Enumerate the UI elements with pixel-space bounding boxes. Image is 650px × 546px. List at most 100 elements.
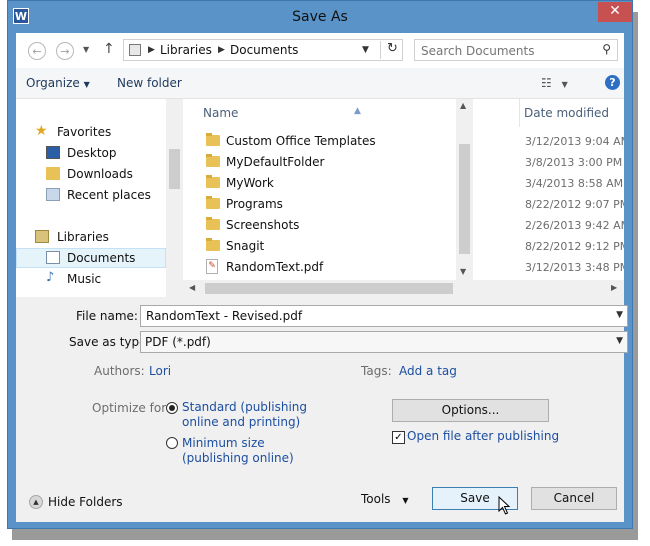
file-row[interactable]: MyDefaultFolder 3/8/2013 3:00 PM bbox=[183, 152, 624, 173]
view-menu-icon[interactable]: ☷ ▼ bbox=[541, 76, 568, 90]
help-icon[interactable]: ? bbox=[605, 75, 620, 90]
authors-label: Authors: bbox=[94, 364, 145, 378]
tools-label: Tools bbox=[361, 492, 391, 506]
standard-option-line1[interactable]: Standard (publishing bbox=[182, 400, 307, 414]
scrollbar-thumb[interactable] bbox=[169, 149, 180, 189]
folder-icon bbox=[206, 238, 220, 251]
sidebar-item-recent-places[interactable]: Recent places bbox=[16, 185, 166, 205]
file-date: 3/12/2013 9:04 AM bbox=[525, 135, 624, 148]
save-as-dialog: W Save As ✕ ← → ▼ ↑ ▶ Libraries ▶ Docume… bbox=[7, 0, 633, 529]
minimum-option-line2[interactable]: (publishing online) bbox=[182, 451, 294, 465]
address-divider bbox=[380, 41, 381, 59]
address-bar[interactable]: ▶ Libraries ▶ Documents ▼ ↻ bbox=[123, 39, 403, 61]
file-name: Programs bbox=[226, 197, 283, 211]
scroll-down-icon[interactable]: ▼ bbox=[460, 267, 466, 276]
file-row[interactable]: MyWork 3/4/2013 8:58 AM bbox=[183, 173, 624, 194]
documents-icon bbox=[46, 251, 60, 264]
file-name: Custom Office Templates bbox=[226, 134, 376, 148]
hide-folders-button[interactable]: Hide Folders bbox=[48, 495, 123, 509]
sort-ascending-icon: ▲ bbox=[354, 106, 361, 116]
sidebar-item-documents[interactable]: Documents bbox=[16, 248, 166, 268]
minimum-option-line1[interactable]: Minimum size bbox=[182, 436, 265, 450]
sidebar-item-label: Recent places bbox=[67, 188, 151, 202]
file-name-input[interactable] bbox=[144, 308, 608, 324]
minimum-size-radio[interactable] bbox=[166, 437, 178, 449]
standard-radio[interactable] bbox=[166, 402, 178, 414]
sidebar-item-desktop[interactable]: Desktop bbox=[16, 143, 166, 163]
new-folder-button[interactable]: New folder bbox=[117, 76, 182, 90]
options-button[interactable]: Options... bbox=[392, 399, 549, 422]
column-header-date-modified[interactable]: Date modified bbox=[524, 106, 609, 120]
sidebar-item-label: Downloads bbox=[67, 167, 133, 181]
recent-locations-chevron-icon[interactable]: ▼ bbox=[83, 45, 89, 54]
dialog-title: Save As bbox=[292, 9, 348, 25]
file-list-horizontal-scrollbar[interactable]: ◀ ▶ bbox=[183, 280, 624, 297]
scrollbar-thumb[interactable] bbox=[459, 144, 470, 254]
search-input[interactable] bbox=[419, 41, 593, 61]
breadcrumb-documents[interactable]: Documents bbox=[230, 43, 298, 57]
file-name: MyWork bbox=[226, 176, 274, 190]
file-list-vertical-scrollbar[interactable]: ▲ ▼ bbox=[456, 99, 473, 280]
file-name-field[interactable]: ▼ bbox=[140, 305, 628, 327]
back-button[interactable]: ← bbox=[28, 42, 46, 60]
command-toolbar: Organize ▼ New folder ☷ ▼ ? bbox=[16, 68, 624, 99]
open-after-publishing-label[interactable]: Open file after publishing bbox=[407, 429, 559, 443]
file-date: 2/26/2013 9:42 AM bbox=[525, 219, 624, 232]
scroll-right-icon[interactable]: ▶ bbox=[611, 283, 617, 292]
navigation-bar: ← → ▼ ↑ ▶ Libraries ▶ Documents ▼ ↻ ⚲ bbox=[16, 33, 624, 68]
tools-button[interactable]: Tools ▼ bbox=[361, 492, 409, 506]
sidebar-item-downloads[interactable]: Downloads bbox=[16, 164, 166, 184]
file-date: 3/8/2013 3:00 PM bbox=[525, 156, 623, 169]
column-header-name[interactable]: Name bbox=[203, 106, 238, 120]
file-name-label: File name: bbox=[76, 309, 138, 323]
dialog-footer: ▲ Hide Folders Tools ▼ Save Cancel bbox=[16, 476, 624, 522]
up-button[interactable]: ↑ bbox=[103, 41, 115, 57]
file-row[interactable]: ✎ RandomText.pdf 3/12/2013 3:48 PM bbox=[183, 257, 624, 278]
folder-icon bbox=[206, 217, 220, 230]
optimize-for-label: Optimize for: bbox=[92, 401, 170, 415]
file-row[interactable]: Screenshots 2/26/2013 9:42 AM bbox=[183, 215, 624, 236]
file-row[interactable]: Snagit 8/22/2012 9:12 PM bbox=[183, 236, 624, 257]
file-date: 3/12/2013 3:48 PM bbox=[525, 261, 624, 274]
file-row[interactable]: Programs 8/22/2012 9:07 PM bbox=[183, 194, 624, 215]
search-box[interactable]: ⚲ bbox=[414, 39, 618, 61]
folder-icon bbox=[206, 175, 220, 188]
add-tag-link[interactable]: Add a tag bbox=[399, 364, 457, 378]
pdf-file-icon: ✎ bbox=[206, 259, 218, 274]
authors-value[interactable]: Lori bbox=[149, 364, 171, 378]
organize-button[interactable]: Organize ▼ bbox=[26, 76, 90, 90]
title-bar[interactable]: W Save As ✕ bbox=[8, 1, 632, 34]
column-divider[interactable] bbox=[519, 99, 520, 127]
scrollbar-thumb[interactable] bbox=[205, 283, 453, 294]
file-row[interactable]: Custom Office Templates 3/12/2013 9:04 AM bbox=[183, 131, 624, 152]
recent-places-icon bbox=[46, 188, 60, 201]
file-name: Snagit bbox=[226, 239, 265, 253]
sidebar-item-music[interactable]: ♪ Music bbox=[16, 269, 166, 289]
scroll-up-icon[interactable]: ▲ bbox=[460, 101, 466, 110]
file-name: MyDefaultFolder bbox=[226, 155, 325, 169]
refresh-icon[interactable]: ↻ bbox=[387, 41, 398, 56]
dialog-client: ← → ▼ ↑ ▶ Libraries ▶ Documents ▼ ↻ ⚲ Or… bbox=[16, 33, 628, 522]
tags-label: Tags: bbox=[361, 364, 392, 378]
chevron-down-icon[interactable]: ▼ bbox=[616, 310, 623, 320]
navigation-pane-scrollbar[interactable] bbox=[166, 99, 183, 297]
cancel-button[interactable]: Cancel bbox=[531, 487, 617, 510]
open-after-publishing-checkbox[interactable]: ✓ bbox=[392, 431, 405, 444]
standard-option-line2[interactable]: online and printing) bbox=[182, 415, 300, 429]
save-as-type-label: Save as type: bbox=[69, 335, 151, 349]
breadcrumb-libraries[interactable]: Libraries bbox=[160, 43, 212, 57]
scroll-left-icon[interactable]: ◀ bbox=[189, 283, 195, 292]
breadcrumb-separator-icon: ▶ bbox=[148, 45, 155, 55]
file-name: Screenshots bbox=[226, 218, 300, 232]
search-icon[interactable]: ⚲ bbox=[602, 42, 611, 56]
sidebar-favorites[interactable]: ★ Favorites bbox=[16, 122, 166, 142]
close-button[interactable]: ✕ bbox=[598, 2, 632, 22]
save-as-type-select[interactable]: PDF (*.pdf) ▼ bbox=[140, 331, 628, 353]
navigation-pane: ★ Favorites Desktop Downloads Recent pla… bbox=[16, 99, 166, 297]
forward-button[interactable]: → bbox=[56, 42, 74, 60]
address-dropdown-icon[interactable]: ▼ bbox=[362, 45, 369, 55]
sidebar-libraries[interactable]: Libraries bbox=[16, 227, 166, 247]
file-name: RandomText.pdf bbox=[226, 260, 324, 274]
chevron-down-icon: ▼ bbox=[83, 80, 90, 89]
hide-folders-chevron-icon[interactable]: ▲ bbox=[29, 495, 43, 509]
